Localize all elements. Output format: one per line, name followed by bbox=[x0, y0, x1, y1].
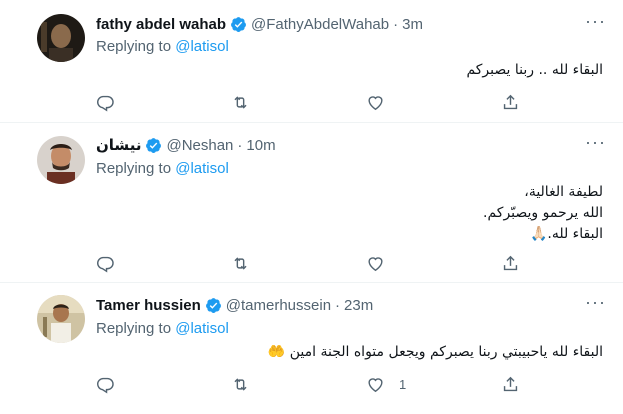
retweet-icon bbox=[234, 256, 247, 270]
tweet-text-line: الله يرحمو ويصبّركم. bbox=[483, 205, 603, 221]
tweet-text: البقاء لله ياحبيبتي ربنا يصبركم ويجعل مت… bbox=[268, 342, 603, 363]
separator: · bbox=[335, 296, 341, 314]
reply-icon bbox=[97, 377, 114, 393]
replying-to: Replying to @latisol bbox=[96, 38, 229, 55]
tweet[interactable]: Tamer hussien @tamerhussein · 23m ··· Re… bbox=[0, 283, 623, 414]
reply-icon bbox=[97, 95, 114, 111]
reply-button[interactable] bbox=[96, 373, 115, 395]
timestamp[interactable]: 3m bbox=[402, 16, 423, 33]
like-icon bbox=[368, 95, 383, 110]
author-handle[interactable]: @tamerhussein bbox=[226, 297, 331, 314]
verified-badge-icon bbox=[205, 297, 221, 313]
avatar[interactable] bbox=[37, 136, 85, 184]
author-handle[interactable]: @FathyAbdelWahab bbox=[251, 16, 389, 33]
author-handle[interactable]: @Neshan bbox=[166, 137, 233, 154]
share-icon bbox=[503, 94, 518, 109]
replying-to: Replying to @latisol bbox=[96, 320, 229, 337]
avatar[interactable] bbox=[37, 14, 85, 62]
share-icon bbox=[503, 255, 518, 270]
tweet-text: لطيفة الغالية، الله يرحمو ويصبّركم. البق… bbox=[483, 182, 603, 245]
timestamp[interactable]: 23m bbox=[344, 297, 373, 314]
tweet-text-line: لطيفة الغالية، bbox=[524, 184, 603, 200]
like-icon bbox=[368, 256, 383, 271]
tweet-actions: 1 bbox=[96, 373, 526, 395]
tweet-text-line: البقاء لله .. ربنا يصبركم bbox=[466, 62, 603, 78]
tweet[interactable]: fathy abdel wahab @FathyAbdelWahab · 3m … bbox=[0, 0, 623, 123]
replying-label: Replying to bbox=[96, 160, 176, 177]
mention-link[interactable]: @latisol bbox=[175, 38, 229, 55]
tweet[interactable]: نيشان @Neshan · 10m ··· Replying to @lat… bbox=[0, 123, 623, 283]
reply-button[interactable] bbox=[96, 91, 115, 113]
replying-label: Replying to bbox=[96, 38, 176, 55]
like-button[interactable] bbox=[366, 252, 399, 274]
share-icon bbox=[503, 376, 518, 391]
like-button[interactable]: 1 bbox=[366, 373, 406, 395]
like-icon bbox=[368, 377, 383, 392]
separator: · bbox=[237, 136, 243, 154]
retweet-button[interactable] bbox=[231, 252, 250, 274]
retweet-icon bbox=[234, 377, 247, 391]
like-count: 1 bbox=[399, 376, 407, 392]
retweet-icon bbox=[234, 95, 247, 109]
author-name[interactable]: fathy abdel wahab bbox=[96, 16, 226, 33]
more-icon[interactable]: ··· bbox=[585, 293, 605, 315]
timestamp[interactable]: 10m bbox=[246, 137, 275, 154]
verified-badge-icon bbox=[231, 16, 246, 32]
reply-icon bbox=[97, 256, 114, 272]
share-button[interactable] bbox=[501, 252, 520, 274]
like-button[interactable] bbox=[366, 91, 399, 113]
tweet-text: البقاء لله .. ربنا يصبركم bbox=[466, 60, 603, 81]
share-button[interactable] bbox=[501, 373, 520, 395]
retweet-button[interactable] bbox=[231, 373, 250, 395]
replying-label: Replying to bbox=[96, 320, 176, 337]
tweet-header: fathy abdel wahab @FathyAbdelWahab · 3m bbox=[96, 14, 423, 34]
tweet-header: Tamer hussien @tamerhussein · 23m bbox=[96, 295, 373, 315]
tweet-actions bbox=[96, 91, 526, 113]
more-icon[interactable]: ··· bbox=[585, 12, 605, 34]
separator: · bbox=[393, 15, 399, 33]
verified-badge-icon bbox=[146, 137, 162, 153]
tweet-header: نيشان @Neshan · 10m bbox=[96, 135, 276, 155]
author-name[interactable]: نيشان bbox=[96, 136, 141, 154]
reply-button[interactable] bbox=[96, 252, 115, 274]
retweet-button[interactable] bbox=[231, 91, 250, 113]
more-icon[interactable]: ··· bbox=[585, 133, 605, 155]
replying-to: Replying to @latisol bbox=[96, 160, 229, 177]
avatar[interactable] bbox=[37, 295, 85, 343]
tweet-actions bbox=[96, 252, 526, 274]
author-name[interactable]: Tamer hussien bbox=[96, 297, 201, 314]
mention-link[interactable]: @latisol bbox=[175, 320, 229, 337]
tweet-text-line: البقاء لله.🙏🏻 bbox=[529, 226, 603, 242]
tweet-text-line: البقاء لله ياحبيبتي ربنا يصبركم ويجعل مت… bbox=[267, 344, 603, 360]
share-button[interactable] bbox=[501, 91, 520, 113]
mention-link[interactable]: @latisol bbox=[175, 160, 229, 177]
